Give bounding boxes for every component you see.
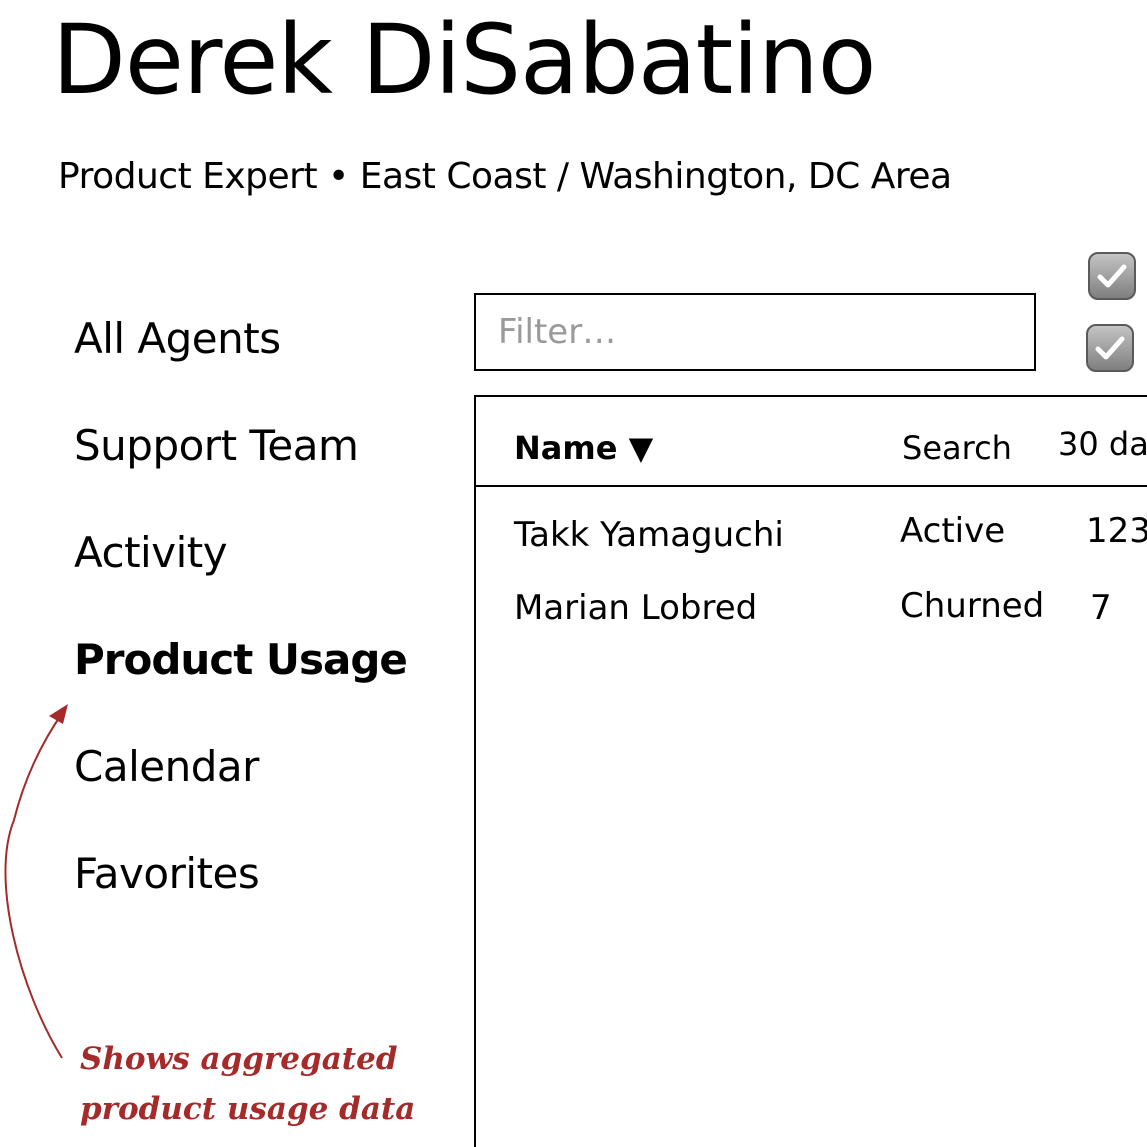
annotation-line-2: product usage data xyxy=(80,1091,416,1127)
annotation-arrow xyxy=(4,704,68,1059)
page: Derek DiSabatino Product Expert • East C… xyxy=(0,0,1147,1147)
annotation-note: Shows aggregated product usage data xyxy=(80,1034,415,1134)
annotation-line-1: Shows aggregated xyxy=(80,1041,398,1077)
